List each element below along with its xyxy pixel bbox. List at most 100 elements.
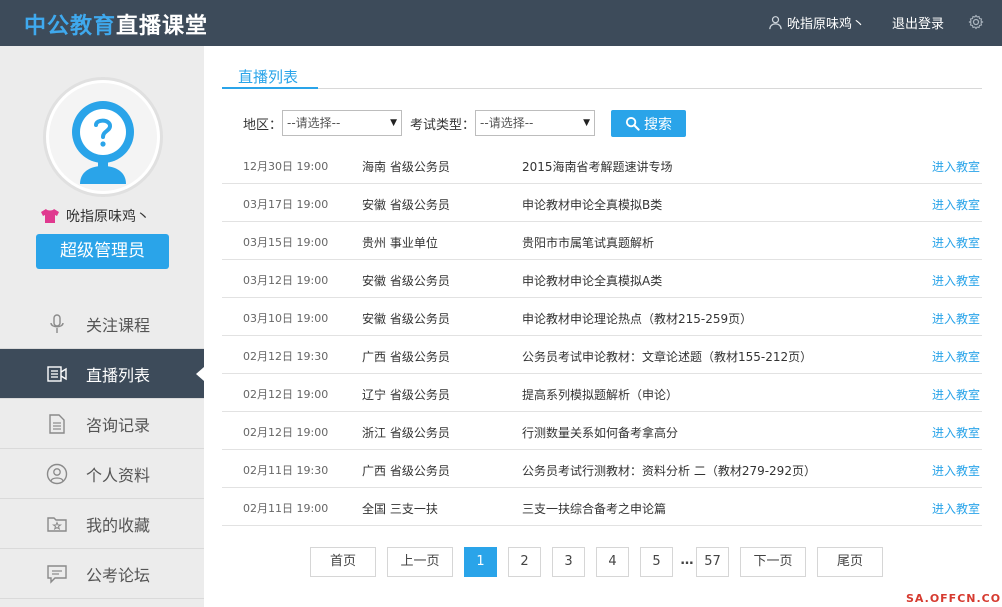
table-row: 02月12日 19:00 辽宁 省级公务员 提高系列模拟题解析（申论） 进入教室 bbox=[222, 374, 982, 412]
page-number-button[interactable]: 1 bbox=[464, 547, 497, 577]
chat-icon bbox=[47, 564, 67, 584]
sidebar-item-live-list[interactable]: 直播列表 bbox=[0, 349, 204, 399]
enter-classroom-link[interactable]: 进入教室 bbox=[932, 310, 980, 327]
gear-icon[interactable] bbox=[968, 14, 984, 30]
page-prev-button[interactable]: 上一页 bbox=[387, 547, 453, 577]
row-date: 03月12日 19:00 bbox=[243, 274, 329, 287]
header-username: 吮指原味鸡丶 bbox=[787, 17, 866, 32]
enter-classroom-link[interactable]: 进入教室 bbox=[932, 462, 980, 479]
page-number-button[interactable]: 3 bbox=[552, 547, 585, 577]
row-title: 三支一扶综合备考之申论篇 bbox=[522, 502, 667, 516]
row-date: 03月15日 19:00 bbox=[243, 236, 329, 249]
profile-icon bbox=[46, 463, 68, 484]
sidebar-item-label: 直播列表 bbox=[86, 365, 151, 385]
row-date: 12月30日 19:00 bbox=[243, 160, 329, 173]
enter-classroom-link[interactable]: 进入教室 bbox=[932, 234, 980, 251]
row-date: 02月11日 19:00 bbox=[243, 502, 329, 515]
table-row: 02月12日 19:00 浙江 省级公务员 行测数量关系如何备考拿高分 进入教室 bbox=[222, 412, 982, 450]
table-row: 02月12日 19:30 广西 省级公务员 公务员考试申论教材：文章论述题（教材15… bbox=[222, 336, 982, 374]
page-last-button[interactable]: 尾页 bbox=[817, 547, 883, 577]
row-region: 广西 省级公务员 bbox=[362, 350, 450, 364]
page-number-button[interactable]: 2 bbox=[508, 547, 541, 577]
sidebar-item-label: 我的收藏 bbox=[86, 515, 151, 535]
row-title: 行测数量关系如何备考拿高分 bbox=[522, 426, 679, 440]
document-icon bbox=[49, 413, 65, 434]
sidebar-username: 吮指原味鸡丶 bbox=[40, 206, 150, 226]
region-select[interactable]: --请选择-- bbox=[282, 110, 403, 136]
sidebar-item-label: 咨询记录 bbox=[86, 415, 151, 435]
page-first-button[interactable]: 首页 bbox=[310, 547, 376, 577]
search-button-label: 搜索 bbox=[644, 116, 672, 133]
sidebar-item-profile[interactable]: 个人资料 bbox=[0, 449, 204, 499]
tab-live-list[interactable]: 直播列表 bbox=[238, 66, 298, 87]
top-header: 中公教育直播课堂 吮指原味鸡丶 退出登录 bbox=[0, 0, 1002, 46]
exam-type-label: 考试类型： bbox=[410, 117, 476, 133]
sidebar-username-text: 吮指原味鸡丶 bbox=[66, 209, 150, 225]
enter-classroom-link[interactable]: 进入教室 bbox=[932, 272, 980, 289]
row-title: 申论教材申论理论热点（教材215-259页） bbox=[522, 312, 753, 326]
page-number-button[interactable]: 4 bbox=[596, 547, 629, 577]
enter-classroom-link[interactable]: 进入教室 bbox=[932, 158, 980, 175]
page-number-button[interactable]: 57 bbox=[696, 547, 729, 577]
row-title: 2015海南省考解题速讲专场 bbox=[522, 160, 673, 174]
table-row: 02月11日 19:00 全国 三支一扶 三支一扶综合备考之申论篇 进入教室 bbox=[222, 488, 982, 526]
search-icon bbox=[625, 116, 640, 131]
logo-brand: 中公教育 bbox=[24, 14, 117, 39]
row-region: 辽宁 省级公务员 bbox=[362, 388, 450, 402]
table-row: 02月11日 19:30 广西 省级公务员 公务员考试行测教材：资料分析 二（教材2… bbox=[222, 450, 982, 488]
sidebar-item-label: 个人资料 bbox=[86, 465, 151, 485]
row-region: 浙江 省级公务员 bbox=[362, 426, 450, 440]
exam-type-select[interactable]: --请选择-- bbox=[475, 110, 596, 136]
role-badge-button[interactable]: 超级管理员 bbox=[36, 234, 169, 269]
enter-classroom-link[interactable]: 进入教室 bbox=[932, 424, 980, 441]
filter-bar: 地区： --请选择-- 考试类型： --请选择-- bbox=[243, 110, 603, 136]
user-menu[interactable]: 吮指原味鸡丶 bbox=[768, 13, 865, 32]
row-title: 公务员考试申论教材：文章论述题（教材155-212页） bbox=[522, 350, 813, 364]
row-region: 安徽 省级公务员 bbox=[362, 198, 450, 212]
logo-sub: 直播课堂 bbox=[116, 14, 209, 39]
logo[interactable]: 中公教育直播课堂 bbox=[24, 8, 208, 40]
page-ellipsis: … bbox=[680, 553, 694, 568]
row-date: 03月17日 19:00 bbox=[243, 198, 329, 211]
search-button[interactable]: 搜索 bbox=[611, 110, 686, 137]
row-region: 全国 三支一扶 bbox=[362, 502, 438, 516]
row-date: 02月12日 19:00 bbox=[243, 388, 329, 401]
page-number-button[interactable]: 5 bbox=[640, 547, 673, 577]
table-row: 03月10日 19:00 安徽 省级公务员 申论教材申论理论热点（教材215-259… bbox=[222, 298, 982, 336]
row-date: 02月11日 19:30 bbox=[243, 464, 329, 477]
row-title: 公务员考试行测教材：资料分析 二（教材279-292页） bbox=[522, 464, 816, 478]
default-avatar-icon bbox=[49, 83, 157, 191]
row-region: 贵州 事业单位 bbox=[362, 236, 438, 250]
table-row: 03月12日 19:00 安徽 省级公务员 申论教材申论全真模拟A类 进入教室 bbox=[222, 260, 982, 298]
table-row: 03月17日 19:00 安徽 省级公务员 申论教材申论全真模拟B类 进入教室 bbox=[222, 184, 982, 222]
tab-divider bbox=[222, 88, 982, 89]
avatar[interactable] bbox=[43, 77, 163, 197]
logout-link[interactable]: 退出登录 bbox=[892, 13, 944, 32]
sidebar-item-label: 公考论坛 bbox=[86, 565, 151, 585]
table-row: 12月30日 19:00 海南 省级公务员 2015海南省考解题速讲专场 进入教室 bbox=[222, 146, 982, 184]
sidebar-item-followed-courses[interactable]: 关注课程 bbox=[0, 299, 204, 349]
sidebar-item-label: 关注课程 bbox=[86, 315, 151, 335]
row-date: 02月12日 19:00 bbox=[243, 426, 329, 439]
enter-classroom-link[interactable]: 进入教室 bbox=[932, 386, 980, 403]
sidebar-item-forum[interactable]: 公考论坛 bbox=[0, 549, 204, 599]
enter-classroom-link[interactable]: 进入教室 bbox=[932, 500, 980, 517]
row-region: 安徽 省级公务员 bbox=[362, 312, 450, 326]
row-region: 广西 省级公务员 bbox=[362, 464, 450, 478]
user-icon bbox=[769, 16, 782, 30]
sidebar-menu: 关注课程 直播列表 咨询记录 个人资料 我的收藏 公考论坛 bbox=[0, 299, 204, 599]
live-list: 12月30日 19:00 海南 省级公务员 2015海南省考解题速讲专场 进入教室 0… bbox=[222, 146, 982, 526]
page-next-button[interactable]: 下一页 bbox=[740, 547, 806, 577]
row-title: 申论教材申论全真模拟B类 bbox=[522, 198, 663, 212]
enter-classroom-link[interactable]: 进入教室 bbox=[932, 196, 980, 213]
row-title: 申论教材申论全真模拟A类 bbox=[522, 274, 663, 288]
row-date: 03月10日 19:00 bbox=[243, 312, 329, 325]
tshirt-icon bbox=[41, 209, 59, 223]
tab-active-underline bbox=[222, 87, 318, 89]
sidebar-item-favorites[interactable]: 我的收藏 bbox=[0, 499, 204, 549]
folder-star-icon bbox=[47, 516, 67, 532]
sidebar-item-consult-records[interactable]: 咨询记录 bbox=[0, 399, 204, 449]
region-label: 地区： bbox=[243, 117, 283, 133]
row-region: 海南 省级公务员 bbox=[362, 160, 450, 174]
enter-classroom-link[interactable]: 进入教室 bbox=[932, 348, 980, 365]
